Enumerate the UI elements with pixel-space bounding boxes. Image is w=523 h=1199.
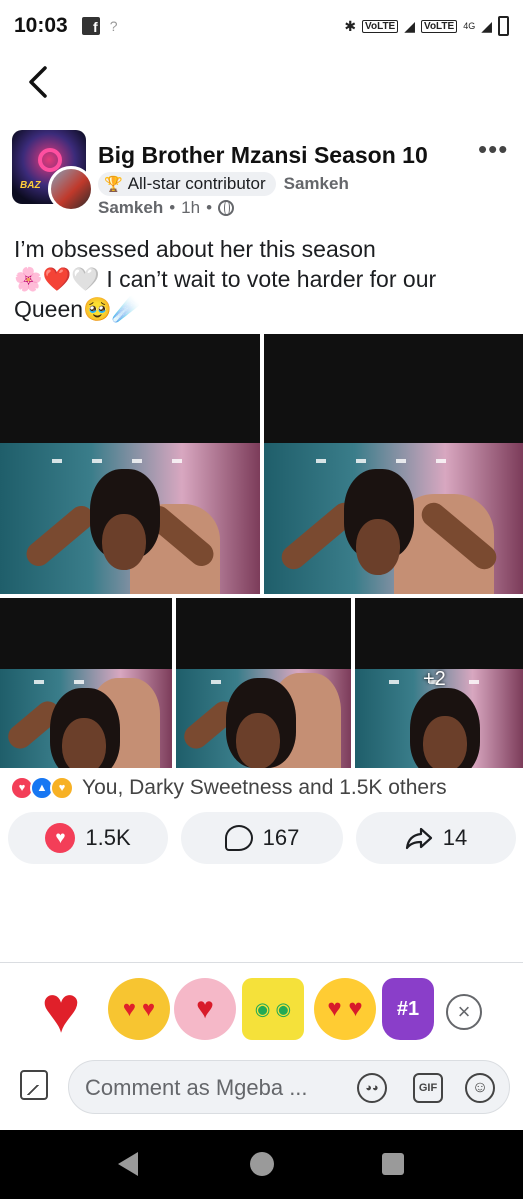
nav-recents-icon[interactable] (382, 1153, 404, 1175)
gif-icon[interactable]: GIF (413, 1073, 443, 1103)
nav-home-icon[interactable] (250, 1152, 274, 1176)
reactions-summary[interactable]: ♥ ▲ ♥ You, Darky Sweetness and 1.5K othe… (10, 776, 447, 800)
status-time: 10:03 (14, 14, 68, 37)
reaction-icons: ♥ ▲ ♥ (10, 776, 74, 800)
more-options-button[interactable]: ••• (478, 136, 508, 162)
volte-icon-2: VoLTE (421, 19, 458, 33)
meta-separator: • (206, 198, 213, 217)
avatar-sticker-icon[interactable]: ◕◕ (357, 1073, 387, 1103)
sticker-foam-finger[interactable]: #1 (382, 978, 434, 1040)
battery-icon (498, 16, 509, 36)
status-bar: 10:03 f ? ✱ VoLTE ◢ VoLTE 4G ◢ (0, 0, 523, 52)
post-photo-3[interactable] (0, 598, 172, 768)
volte-icon-1: VoLTE (362, 19, 399, 33)
sticker-girl-heart[interactable]: ♥ (174, 978, 236, 1040)
logo-lettering: BAZ (20, 180, 41, 191)
post-header: BAZ Big Brother Mzansi Season 10 ••• 🏆 A… (0, 122, 523, 222)
close-icon[interactable]: × (446, 994, 482, 1030)
status-notification-icons: f ? (81, 17, 118, 35)
post-photo-4[interactable] (176, 598, 351, 768)
heart-icon: ♥ (45, 823, 76, 853)
trophy-icon: 🏆 (104, 176, 123, 193)
comment-icon (224, 825, 253, 851)
post-photo-2[interactable] (264, 334, 523, 594)
reactions-summary-text: You, Darky Sweetness and 1.5K others (82, 776, 447, 799)
signal-icon-1: ◢ (404, 17, 416, 34)
comment-button[interactable]: 167 (181, 812, 343, 864)
post-text-line-3-text: Queen (14, 296, 84, 322)
sticker-cat-hearts[interactable]: ♥ ♥ (108, 978, 170, 1040)
badge-author-name[interactable]: Samkeh (284, 174, 349, 194)
post-text-line-3: Queen🥹☄️ (14, 294, 510, 324)
post-emojis-2: 🥹☄️ (83, 296, 141, 322)
shares-count: 14 (442, 825, 468, 850)
reactions-count: 1.5K (85, 825, 131, 850)
back-button[interactable] (18, 62, 58, 102)
post-photo-5[interactable]: +2 (355, 598, 523, 768)
nav-back-icon[interactable] (118, 1152, 138, 1176)
post-meta: Samkeh • 1h • (98, 198, 235, 218)
network-type: 4G (463, 21, 476, 31)
sticker-heart-eyes[interactable]: ♥ ♥ (314, 978, 376, 1040)
sticker-heart[interactable]: ♥ (30, 976, 92, 1042)
care-reaction-icon: ♥ (50, 776, 74, 800)
contributor-badge[interactable]: 🏆 All-star contributor (98, 172, 276, 196)
more-photos-count: +2 (423, 668, 446, 690)
post-text-line-2: 🌸❤️🤍 I can’t wait to vote harder for our (14, 264, 510, 294)
post-text: I’m obsessed about her this season 🌸❤️🤍 … (14, 234, 510, 324)
post-text-line-2-text: I can’t wait to vote harder for our (106, 266, 437, 292)
react-button[interactable]: ♥ 1.5K (8, 812, 168, 864)
photo-icon[interactable] (20, 1070, 48, 1100)
signal-icon-2: ◢ (481, 17, 492, 34)
sticker-spongebob[interactable]: ◉ ◉ (242, 978, 304, 1040)
meta-separator: • (169, 198, 176, 217)
system-navigation-bar (0, 1130, 523, 1199)
share-button[interactable]: 14 (356, 812, 516, 864)
post-time[interactable]: 1h (181, 198, 200, 218)
chevron-left-icon (29, 66, 47, 98)
comment-input[interactable]: Comment as Mgeba ... ◕◕ GIF ☺ (68, 1060, 510, 1114)
group-name[interactable]: Big Brother Mzansi Season 10 (98, 142, 428, 169)
status-system-icons: ✱ VoLTE ◢ VoLTE 4G ◢ (344, 16, 509, 36)
post-text-line-1: I’m obsessed about her this season (14, 236, 376, 262)
badge-label: All-star contributor (127, 174, 266, 193)
emoji-icon[interactable]: ☺ (465, 1073, 495, 1103)
author-avatar[interactable] (48, 166, 94, 212)
post-photo-1[interactable] (0, 334, 260, 594)
share-icon (405, 827, 432, 850)
divider (0, 962, 523, 963)
comments-count: 167 (262, 825, 300, 850)
comment-placeholder: Comment as Mgeba ... (85, 1075, 308, 1100)
facebook-notification-icon: f (81, 17, 100, 35)
post-emojis-1: 🌸❤️🤍 (14, 266, 100, 292)
globe-icon (218, 200, 235, 216)
bluetooth-icon: ✱ (344, 17, 357, 34)
badge-row: 🏆 All-star contributor Samkeh (98, 172, 349, 196)
no-sim-icon: ? (109, 18, 118, 34)
post-author[interactable]: Samkeh (98, 198, 163, 218)
top-navigation (0, 52, 523, 112)
